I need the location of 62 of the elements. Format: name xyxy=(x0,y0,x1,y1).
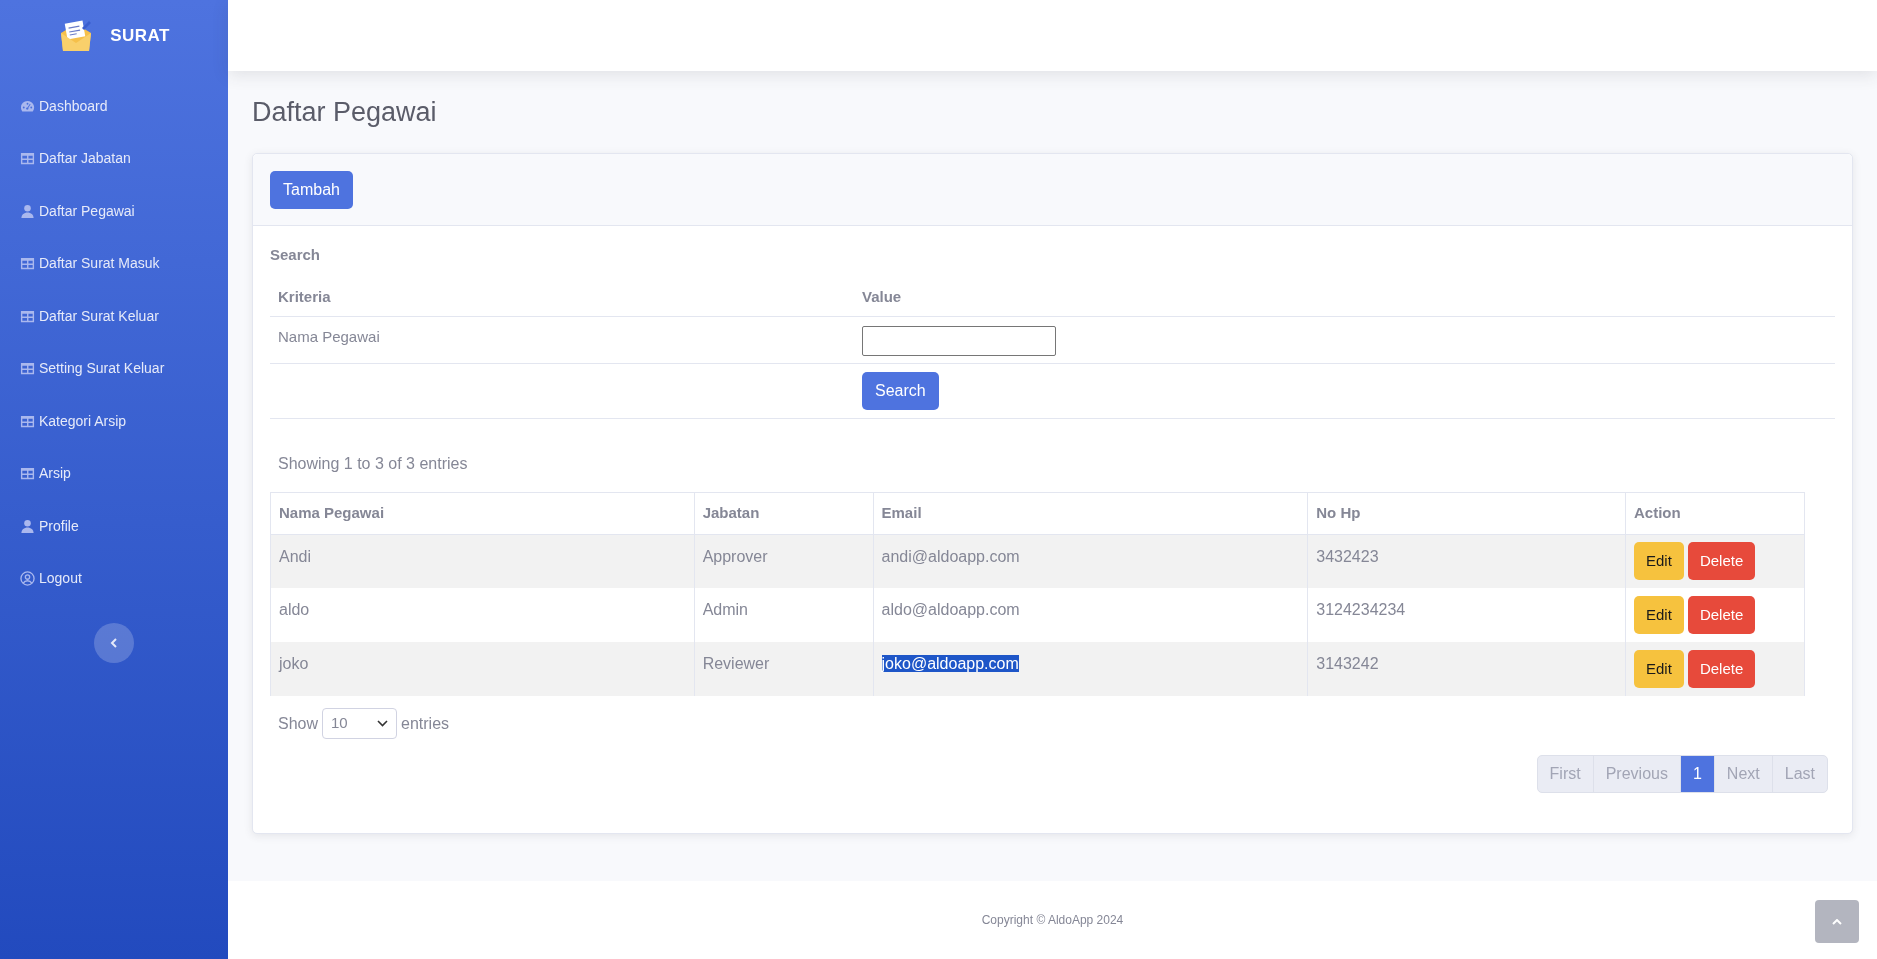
sidebar-item[interactable]: Arsip xyxy=(0,447,228,500)
table-cell-text: Nama Pegawai xyxy=(277,326,381,347)
brand-title: SURAT xyxy=(110,25,170,48)
page-size-select[interactable]: 10 xyxy=(322,708,398,739)
column-header: Jabatan xyxy=(694,492,874,534)
caret-up-icon xyxy=(1832,918,1842,925)
add-button[interactable]: Tambah xyxy=(270,170,353,209)
chevron-left-icon xyxy=(110,638,118,648)
sidebar-item[interactable]: Daftar Pegawai xyxy=(0,185,228,238)
table-icon xyxy=(20,308,35,324)
user-icon xyxy=(20,203,35,219)
column-header: Nama Pegawai xyxy=(270,492,695,534)
sidebar-item[interactable]: Dashboard xyxy=(0,80,228,133)
input-field[interactable] xyxy=(862,325,1056,356)
column-header: Kriteria xyxy=(277,286,332,307)
table-cell: 3432423 xyxy=(1316,547,1379,565)
table-cell: Reviewer xyxy=(702,655,770,672)
delete-button[interactable]: Delete xyxy=(1687,542,1756,581)
sidebar-item[interactable]: Daftar Surat Masuk xyxy=(0,237,228,290)
table-cell: 3124234234 xyxy=(1316,601,1406,618)
gauge-icon xyxy=(20,98,35,114)
table-cell: andi@aldoapp.com xyxy=(881,547,1020,565)
table-cell: Approver xyxy=(702,547,768,565)
table-cell: aldo@aldoapp.com xyxy=(881,601,1020,618)
entries-info: Showing 1 to 3 of 3 entries xyxy=(277,453,469,474)
user-icon xyxy=(20,518,35,534)
sidebar-item[interactable]: Setting Surat Keluar xyxy=(0,342,228,395)
sidebar-item[interactable]: Profile xyxy=(0,500,228,553)
sidebar-item[interactable]: Logout xyxy=(0,552,228,605)
delete-button[interactable]: Delete xyxy=(1687,650,1756,688)
column-header: No Hp xyxy=(1307,492,1626,534)
chevron-down-icon xyxy=(377,720,389,727)
column-header: Action xyxy=(1625,492,1805,534)
page-button[interactable]: 1 xyxy=(1679,756,1714,792)
table-cell: Admin xyxy=(702,601,748,618)
sidebar-toggle-button[interactable] xyxy=(94,623,134,663)
table-icon xyxy=(20,466,35,482)
sidebar-item[interactable]: Daftar Surat Keluar xyxy=(0,290,228,343)
edit-button[interactable]: Edit xyxy=(1634,650,1684,688)
column-header: Value xyxy=(861,286,903,307)
delete-button[interactable]: Delete xyxy=(1687,596,1756,634)
table-icon xyxy=(20,413,35,429)
edit-button[interactable]: Edit xyxy=(1634,596,1684,634)
scroll-to-top-button[interactable] xyxy=(1815,900,1859,943)
show-label: Show xyxy=(278,713,319,734)
table-cell: Andi xyxy=(279,547,312,565)
search-button[interactable]: Search xyxy=(862,371,939,410)
column-header: Email xyxy=(873,492,1308,534)
table-cell: 3143242 xyxy=(1316,655,1379,672)
table-icon xyxy=(20,151,35,167)
entries-label: entries xyxy=(401,713,450,734)
copyright-text: Copyright © AldoApp 2024 xyxy=(981,912,1124,929)
user-circle-icon xyxy=(20,571,35,587)
page-title: Daftar Pegawai xyxy=(252,96,438,129)
sidebar-item[interactable]: Kategori Arsip xyxy=(0,395,228,448)
table-cell: aldo xyxy=(279,601,310,618)
sidebar-item[interactable]: Daftar Jabatan xyxy=(0,132,228,185)
table-icon xyxy=(20,361,35,377)
edit-button[interactable]: Edit xyxy=(1634,542,1684,581)
table-icon xyxy=(20,256,35,272)
search-heading: Search xyxy=(270,245,322,265)
table-cell: joko xyxy=(279,655,309,672)
